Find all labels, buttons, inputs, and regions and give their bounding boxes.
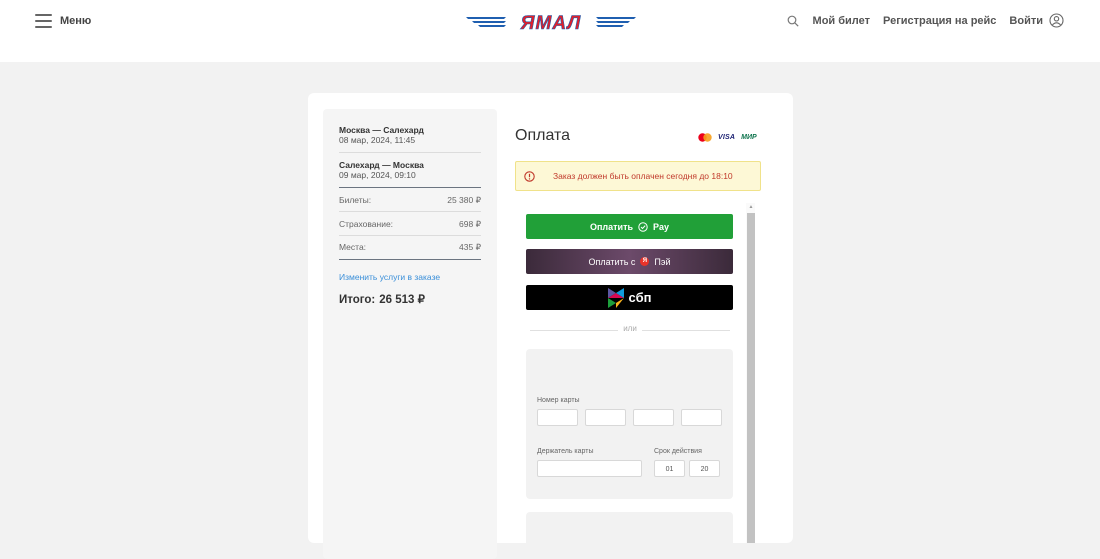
expiry-month-input[interactable]: 01: [654, 460, 685, 477]
user-icon[interactable]: [1049, 13, 1064, 28]
price-value: 435 ₽: [459, 242, 481, 252]
payment-title: Оплата: [515, 127, 571, 144]
menu-button[interactable]: Меню: [35, 14, 91, 28]
sbp-label: сбп: [628, 290, 652, 305]
price-value: 698 ₽: [459, 219, 481, 229]
yamal-logo[interactable]: ЯМАЛ: [466, 12, 636, 32]
scrollbar-thumb[interactable]: [747, 213, 755, 543]
total-label: Итого:: [339, 294, 376, 306]
price-label: Места:: [339, 242, 367, 252]
order-total: Итого: 26 513 ₽: [339, 292, 425, 306]
visa-logo: VISA: [718, 134, 736, 141]
mir-logo: МИР: [741, 134, 757, 141]
price-label: Страхование:: [339, 219, 394, 229]
or-text: или: [623, 324, 637, 333]
payment-brands: VISA МИР: [698, 133, 757, 142]
alert-icon: [524, 170, 535, 182]
route-outbound: Москва — Салехард 08 мар, 2024, 11:45: [339, 125, 481, 146]
sbp-icon: [607, 287, 624, 308]
divider: [339, 259, 481, 260]
sberpay-button[interactable]: Оплатить Pay: [526, 214, 733, 239]
menu-label: Меню: [60, 15, 92, 27]
card-number-input-4[interactable]: [681, 409, 722, 426]
card-holder-label: Держатель карты: [537, 448, 594, 455]
card-number-input-2[interactable]: [585, 409, 626, 426]
card-number-label: Номер карты: [537, 397, 580, 404]
pay-button-label: Оплатить: [589, 221, 634, 232]
card-holder-input[interactable]: [537, 460, 642, 477]
warning-text: Заказ должен быть оплачен сегодня до 18:…: [553, 171, 733, 181]
payment-frame: Оплатить Pay Оплатить с Я Пэй сбп или Но…: [526, 203, 756, 552]
price-row-insurance: Страхование: 698 ₽: [339, 219, 481, 230]
mastercard-icon: [698, 133, 712, 142]
route-date: 08 мар, 2024, 11:45: [339, 135, 416, 145]
logo-text: ЯМАЛ: [520, 13, 582, 32]
price-row-seats: Места: 435 ₽: [339, 242, 481, 253]
card-form-secondary: [526, 512, 733, 552]
order-summary: Москва — Салехард 08 мар, 2024, 11:45 Са…: [323, 109, 497, 559]
top-nav: Мой билет Регистрация на рейс Войти: [787, 13, 1064, 28]
total-value: 26 513 ₽: [379, 294, 425, 306]
route-title: Москва — Салехард: [339, 125, 424, 135]
card-form: Номер карты Держатель карты Срок действи…: [526, 349, 733, 499]
price-value: 25 380 ₽: [447, 195, 481, 205]
divider: [339, 235, 481, 236]
route-title: Салехард — Москва: [339, 160, 424, 170]
yandex-pay-button[interactable]: Оплатить с Я Пэй: [526, 249, 733, 274]
divider: [339, 187, 481, 188]
card-number-input-3[interactable]: [633, 409, 674, 426]
or-divider: или: [530, 324, 730, 333]
yapay-button-label: Оплатить с: [588, 256, 636, 267]
expiry-label: Срок действия: [654, 448, 702, 455]
route-date: 09 мар, 2024, 09:10: [339, 170, 416, 180]
sbp-button[interactable]: сбп: [526, 285, 733, 310]
payment-deadline-warning: Заказ должен быть оплачен сегодня до 18:…: [515, 161, 761, 191]
checkout-card: Москва — Салехард 08 мар, 2024, 11:45 Са…: [308, 93, 793, 559]
search-icon[interactable]: [787, 15, 799, 27]
hamburger-icon: [35, 14, 52, 28]
pay-suffix: Pay: [653, 221, 670, 232]
route-return: Салехард — Москва 09 мар, 2024, 09:10: [339, 160, 481, 181]
card-number-input-1[interactable]: [537, 409, 578, 426]
expiry-year-input[interactable]: 20: [689, 460, 720, 477]
price-label: Билеты:: [339, 195, 372, 205]
checkin-link[interactable]: Регистрация на рейс: [883, 15, 996, 27]
yandex-icon: Я: [640, 257, 650, 266]
header: Меню ЯМАЛ Мой билет Регистрация на рейс …: [0, 0, 1100, 62]
yapay-suffix: Пэй: [654, 256, 671, 267]
scroll-up-icon[interactable]: ▲: [747, 203, 755, 211]
login-link[interactable]: Войти: [1009, 15, 1043, 27]
price-row-tickets: Билеты: 25 380 ₽: [339, 195, 481, 206]
divider: [339, 152, 481, 153]
change-services-link[interactable]: Изменить услуги в заказе: [339, 272, 440, 282]
divider: [339, 211, 481, 212]
sberpay-icon: [638, 221, 648, 232]
my-ticket-link[interactable]: Мой билет: [813, 15, 870, 27]
scrollbar[interactable]: ▲: [746, 203, 755, 543]
